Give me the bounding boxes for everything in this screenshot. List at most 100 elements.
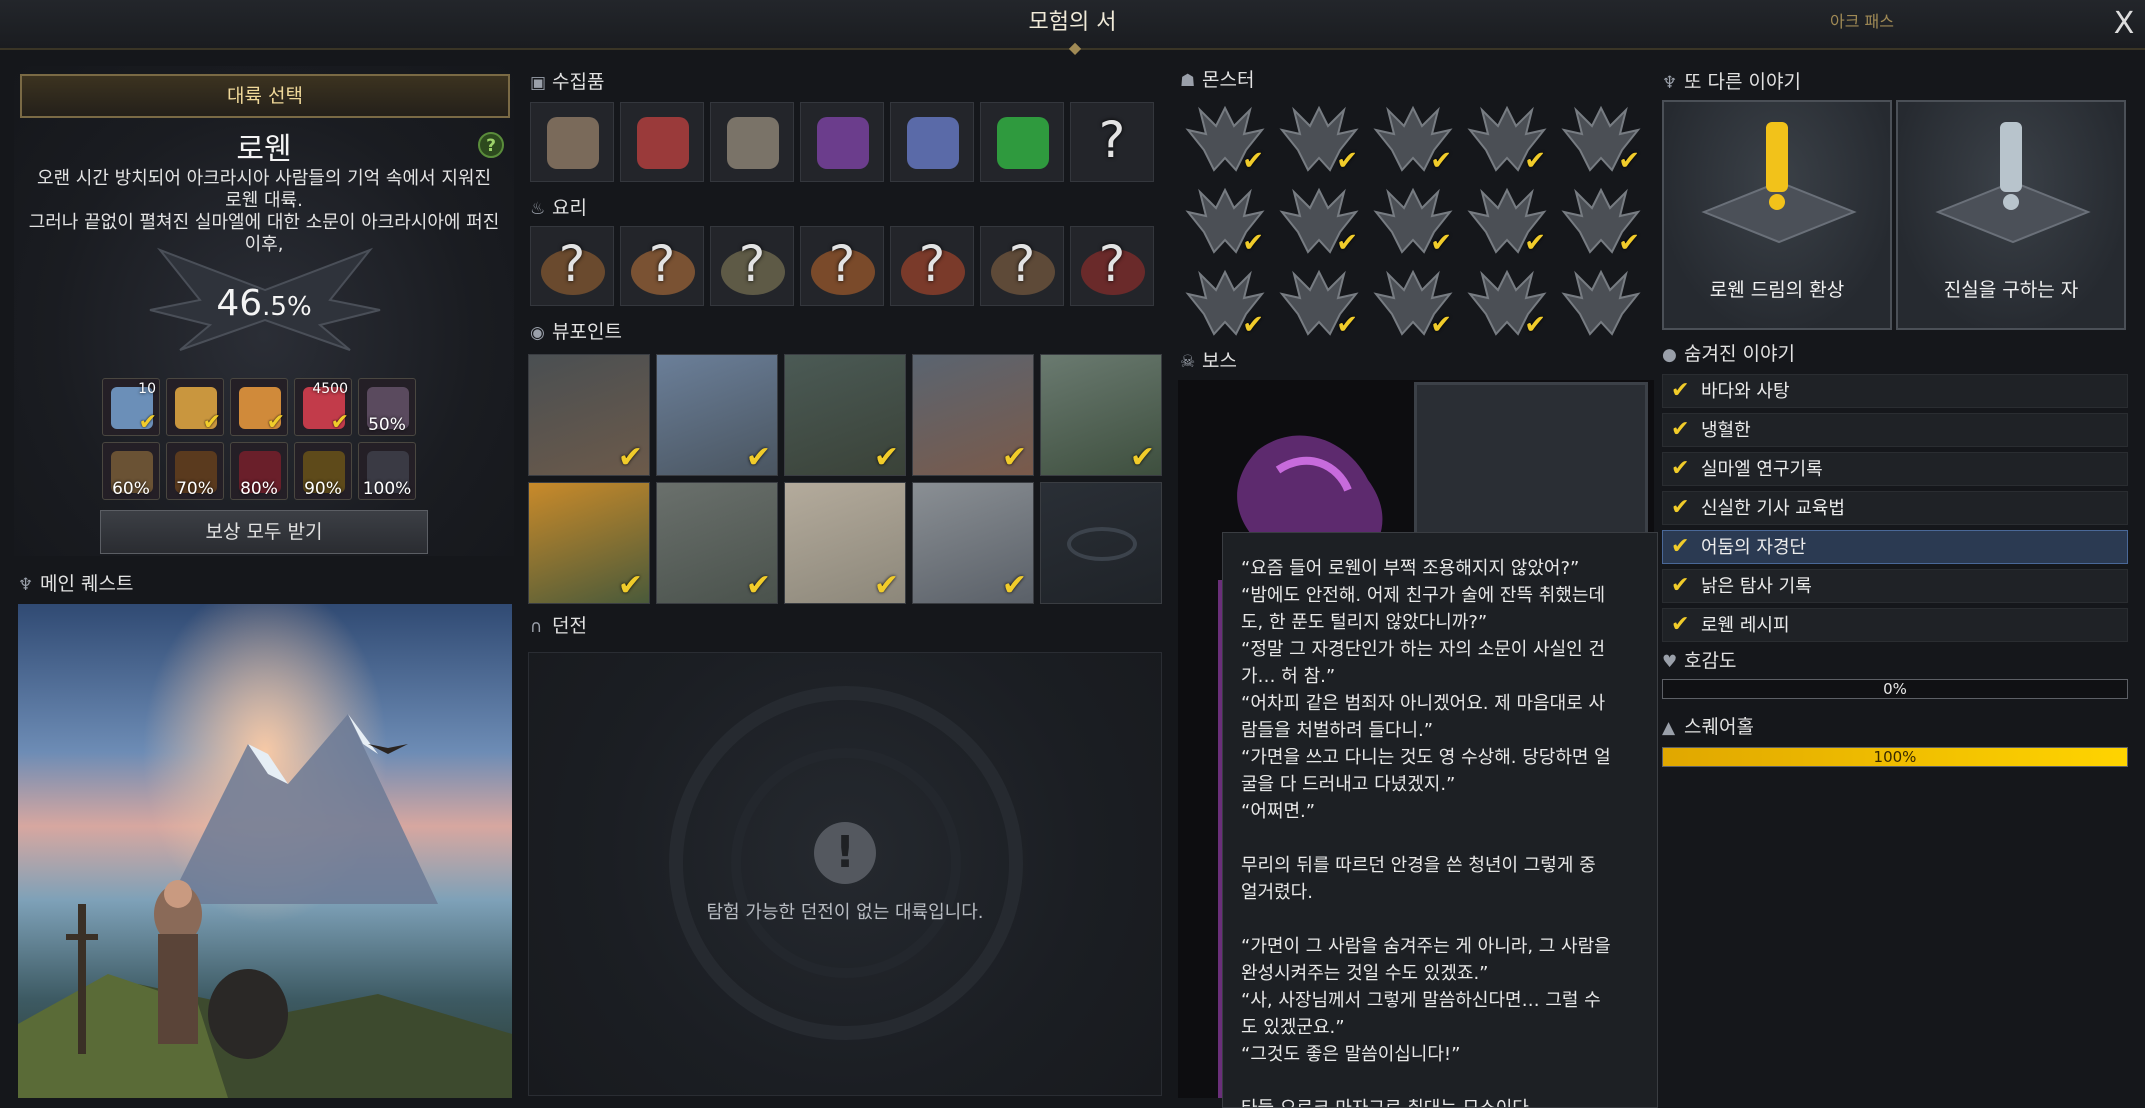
monster-slot[interactable]: ✔ (1278, 100, 1360, 176)
monster-slot[interactable]: ✔ (1278, 182, 1360, 258)
vista-tile[interactable]: ✔ (912, 354, 1034, 476)
heart-icon: ♥ (1662, 652, 1678, 672)
tooltip-line: 타들 으로크 마자그로 취대는 모소이다 (1241, 1095, 1639, 1107)
monster-slot[interactable]: ✔ (1560, 182, 1642, 258)
tooltip-line: 무리의 뒤를 따르던 안경을 쓴 청년이 그렇게 중 (1241, 855, 1596, 876)
monster-slot[interactable]: ✔ (1466, 182, 1548, 258)
reward-slot[interactable]: ✔ (166, 378, 224, 436)
tooltip-line: “어차피 같은 범죄자 아니겠어요. 제 마음대로 사 (1241, 693, 1606, 714)
check-icon: ✔ (1671, 612, 1690, 637)
triangle-icon: ▲ (1662, 718, 1676, 738)
cooking-slot[interactable]: ? (800, 226, 884, 306)
monster-slot[interactable]: ✔ (1184, 100, 1266, 176)
insect-icon (637, 117, 689, 169)
monster-slot[interactable]: ✔ (1560, 100, 1642, 176)
collectible-slot[interactable] (710, 102, 794, 182)
claim-all-button[interactable]: 보상 모두 받기 (100, 510, 428, 554)
monster-slot[interactable]: ✔ (1184, 264, 1266, 340)
check-icon: ✔ (1671, 573, 1690, 598)
monster-slot[interactable]: ✔ (1466, 264, 1548, 340)
monster-slot[interactable]: ✔ (1372, 264, 1454, 340)
tooltip-line: “그것도 좋은 말씀이십니다!” (1241, 1044, 1461, 1065)
reward-slot[interactable]: 50% (358, 378, 416, 436)
hidden-story-item[interactable]: ✔ 낡은 탐사 기록 (1662, 569, 2128, 603)
vista-tile[interactable]: ✔ (912, 482, 1034, 604)
boss-card-locked[interactable] (1414, 382, 1648, 542)
vista-tile[interactable]: ✔ (784, 354, 906, 476)
monster-slot[interactable]: ✔ (1466, 100, 1548, 176)
tooltip-line: 굴을 다 드러내고 다녔겠지.” (1241, 774, 1456, 795)
collectible-slot[interactable] (800, 102, 884, 182)
vista-tile[interactable]: ✔ (656, 482, 778, 604)
collectible-slot[interactable] (890, 102, 974, 182)
reward-slot[interactable]: 60% (102, 442, 160, 500)
reward-slot[interactable]: ✔ (230, 378, 288, 436)
ark-pass-link[interactable]: 아크 패스 (1830, 8, 1894, 32)
hidden-story-item[interactable]: ✔ 어둠의 자경단 (1662, 530, 2128, 564)
check-icon: ✔ (1242, 146, 1264, 176)
cooking-slot[interactable]: ? (530, 226, 614, 306)
monster-slot[interactable]: ✔ (1372, 182, 1454, 258)
collectible-slot[interactable]: ? (1070, 102, 1154, 182)
monster-slot[interactable]: ✔ (1372, 100, 1454, 176)
square-hole-header: ▲ 스퀘어홀 (1662, 713, 1754, 741)
unknown-icon: ? (1098, 111, 1126, 169)
tooltip-line: “사, 사장님께서 그렇게 말씀하신다면… 그럴 수 (1241, 990, 1601, 1011)
monster-slot[interactable]: ✔ (1184, 182, 1266, 258)
vista-tile[interactable]: ✔ (1040, 354, 1162, 476)
chest-icon: ▣ (530, 73, 547, 93)
quest-icon: ♆ (18, 575, 34, 595)
reward-slot[interactable]: 100% (358, 442, 416, 500)
vista-tile[interactable] (1040, 482, 1162, 604)
vista-tile[interactable]: ✔ (784, 482, 906, 604)
reward-slot[interactable]: 10 ✔ (102, 378, 160, 436)
collectible-slot[interactable] (530, 102, 614, 182)
hidden-story-item[interactable]: ✔ 로웬 레시피 (1662, 608, 2128, 642)
unknown-icon: ? (558, 235, 586, 293)
reward-slot[interactable]: 70% (166, 442, 224, 500)
tooltip-line: 완성시켜주는 것일 수도 있겠죠.” (1241, 963, 1489, 984)
hidden-story-item[interactable]: ✔ 실마엘 연구기록 (1662, 452, 2128, 486)
close-button[interactable]: X (2108, 6, 2140, 42)
cooking-slot[interactable]: ? (1070, 226, 1154, 306)
another-story-card[interactable]: 진실을 구하는 자 (1896, 100, 2126, 330)
another-story-title: 진실을 구하는 자 (1943, 279, 2079, 301)
collectible-slot[interactable] (620, 102, 704, 182)
monsters-header: ☗ 몬스터 (1180, 66, 1254, 94)
tooltip-line: 가… 허 참.” (1241, 666, 1336, 687)
help-icon[interactable]: ? (478, 132, 504, 158)
cooking-slot[interactable]: ? (890, 226, 974, 306)
reward-slot[interactable]: 90% (294, 442, 352, 500)
unknown-icon: ? (1098, 235, 1126, 293)
main-quest-image[interactable] (18, 604, 512, 1098)
cooking-header: ♨ 요리 (530, 194, 587, 222)
hidden-story-item[interactable]: ✔ 바다와 사탕 (1662, 374, 2128, 408)
tooltip-line: 얼거렸다. (1241, 882, 1313, 903)
reward-slot[interactable]: 4500 ✔ (294, 378, 352, 436)
affinity-label: 호감도 (1684, 650, 1737, 672)
reward-slot[interactable]: 80% (230, 442, 288, 500)
check-icon: ✔ (1336, 310, 1358, 340)
cooking-slot[interactable]: ? (980, 226, 1064, 306)
vista-tile[interactable]: ✔ (528, 354, 650, 476)
another-story-card[interactable]: 로웬 드림의 환상 (1662, 100, 1892, 330)
vista-tile[interactable]: ✔ (528, 482, 650, 604)
monster-silhouette-icon (1561, 269, 1641, 336)
hidden-story-title: 냉혈한 (1701, 420, 1751, 441)
reward-quantity: 10 (138, 381, 156, 397)
cooking-slot[interactable]: ? (620, 226, 704, 306)
hidden-story-item[interactable]: ✔ 신실한 기사 교육법 (1662, 491, 2128, 525)
hidden-story-item[interactable]: ✔ 냉혈한 (1662, 413, 2128, 447)
gate-icon: ∩ (530, 617, 543, 637)
cooking-slot[interactable]: ? (710, 226, 794, 306)
monster-slot[interactable]: ✔ (1278, 264, 1360, 340)
vista-tile[interactable]: ✔ (656, 354, 778, 476)
check-icon: ✔ (745, 568, 771, 603)
collectible-slot[interactable] (980, 102, 1064, 182)
check-icon: ✔ (202, 410, 221, 435)
monster-slot[interactable] (1560, 264, 1642, 340)
alert-icon: ! (814, 822, 876, 884)
check-icon: ✔ (1430, 146, 1452, 176)
progress-fraction: .5% (262, 292, 312, 322)
continent-select-button[interactable]: 대륙 선택 (20, 74, 510, 118)
